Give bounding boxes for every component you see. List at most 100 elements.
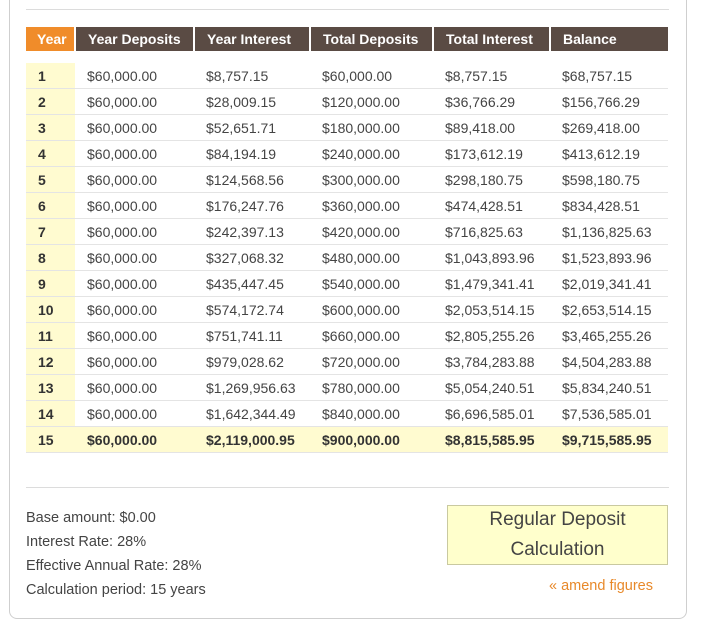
cell-year: 6 [26, 192, 75, 219]
cell-total-deposits: $420,000.00 [310, 218, 433, 245]
cell-total-deposits: $480,000.00 [310, 244, 433, 271]
cell-year-deposits: $60,000.00 [75, 140, 194, 167]
cell-total-deposits: $240,000.00 [310, 140, 433, 167]
cell-total-interest: $173,612.19 [433, 140, 550, 167]
interest-rate-text: Interest Rate: 28% [26, 534, 147, 550]
bottom-divider [26, 487, 669, 488]
cell-total-interest: $1,043,893.96 [433, 244, 550, 271]
cell-total-interest: $2,053,514.15 [433, 296, 550, 323]
cell-total-interest: $5,054,240.51 [433, 374, 550, 401]
cell-total-deposits: $540,000.00 [310, 270, 433, 297]
cell-year: 15 [26, 426, 75, 453]
base-amount-text: Base amount: $0.00 [26, 510, 156, 526]
cell-balance: $598,180.75 [550, 166, 668, 193]
column-header-year-deposits: Year Deposits [75, 27, 195, 51]
cell-total-deposits: $360,000.00 [310, 192, 433, 219]
cell-total-interest: $474,428.51 [433, 192, 550, 219]
cell-total-deposits: $900,000.00 [310, 426, 433, 453]
calculation-summary: Base amount: $0.00 Interest Rate: 28% Ef… [26, 506, 206, 602]
cell-balance: $2,653,514.15 [550, 296, 668, 323]
cell-balance: $1,136,825.63 [550, 218, 668, 245]
spacer-cell [26, 51, 668, 63]
cell-total-deposits: $780,000.00 [310, 374, 433, 401]
cell-total-interest: $8,815,585.95 [433, 426, 550, 453]
cell-year-interest: $242,397.13 [194, 218, 310, 245]
column-header-year: Year [26, 27, 76, 51]
cell-balance: $68,757.15 [550, 63, 668, 89]
cell-year: 2 [26, 88, 75, 115]
cell-year-interest: $1,642,344.49 [194, 400, 310, 427]
cell-year-deposits: $60,000.00 [75, 348, 194, 375]
cell-year-deposits: $60,000.00 [75, 218, 194, 245]
cell-year-deposits: $60,000.00 [75, 192, 194, 219]
table-row: 9 $60,000.00 $435,447.45 $540,000.00 $1,479,… [26, 270, 668, 297]
cell-year: 5 [26, 166, 75, 193]
cell-year-interest: $435,447.45 [194, 270, 310, 297]
table-row: 11 $60,000.00 $751,741.11 $660,000.00 $2,805… [26, 322, 668, 349]
calculation-type-line-2: Calculation [510, 539, 605, 560]
table-header-row: Year Year Deposits Year Interest Total D… [26, 27, 668, 51]
cell-balance: $9,715,585.95 [550, 426, 668, 453]
cell-total-interest: $36,766.29 [433, 88, 550, 115]
cell-balance: $4,504,283.88 [550, 348, 668, 375]
cell-balance: $2,019,341.41 [550, 270, 668, 297]
cell-year-interest: $751,741.11 [194, 322, 310, 349]
cell-year-deposits: $60,000.00 [75, 270, 194, 297]
cell-balance: $3,465,255.26 [550, 322, 668, 349]
cell-year-deposits: $60,000.00 [75, 426, 194, 453]
calculation-type-line-1: Regular Deposit [489, 509, 626, 530]
cell-total-interest: $1,479,341.41 [433, 270, 550, 297]
cell-total-deposits: $840,000.00 [310, 400, 433, 427]
cell-year-interest: $52,651.71 [194, 114, 310, 141]
cell-total-interest: $716,825.63 [433, 218, 550, 245]
cell-year-deposits: $60,000.00 [75, 166, 194, 193]
cell-year-deposits: $60,000.00 [75, 322, 194, 349]
column-header-balance: Balance [550, 27, 668, 51]
cell-year: 14 [26, 400, 75, 427]
cell-total-deposits: $60,000.00 [310, 63, 433, 89]
table-row: 10 $60,000.00 $574,172.74 $600,000.00 $2,053… [26, 296, 668, 323]
cell-balance: $413,612.19 [550, 140, 668, 167]
cell-total-deposits: $300,000.00 [310, 166, 433, 193]
cell-total-deposits: $120,000.00 [310, 88, 433, 115]
cell-balance: $269,418.00 [550, 114, 668, 141]
cell-total-deposits: $660,000.00 [310, 322, 433, 349]
top-divider [26, 9, 669, 10]
cell-total-interest: $89,418.00 [433, 114, 550, 141]
cell-year-deposits: $60,000.00 [75, 244, 194, 271]
cell-year: 11 [26, 322, 75, 349]
cell-year: 4 [26, 140, 75, 167]
cell-year: 10 [26, 296, 75, 323]
cell-year-interest: $327,068.32 [194, 244, 310, 271]
cell-total-interest: $2,805,255.26 [433, 322, 550, 349]
cell-total-deposits: $600,000.00 [310, 296, 433, 323]
table-row: 3 $60,000.00 $52,651.71 $180,000.00 $89,418.… [26, 114, 668, 141]
cell-year: 9 [26, 270, 75, 297]
cell-year-interest: $2,119,000.95 [194, 426, 310, 453]
cell-balance: $156,766.29 [550, 88, 668, 115]
cell-total-deposits: $180,000.00 [310, 114, 433, 141]
table-body: 1 $60,000.00 $8,757.15 $60,000.00 $8,757.15 $… [26, 51, 668, 453]
deposit-schedule-table: Year Year Deposits Year Interest Total D… [26, 27, 668, 453]
cell-total-interest: $3,784,283.88 [433, 348, 550, 375]
cell-year-interest: $176,247.76 [194, 192, 310, 219]
effective-rate-text: Effective Annual Rate: 28% [26, 558, 202, 574]
cell-balance: $834,428.51 [550, 192, 668, 219]
cell-year-interest: $979,028.62 [194, 348, 310, 375]
cell-year-deposits: $60,000.00 [75, 63, 194, 89]
cell-year-deposits: $60,000.00 [75, 374, 194, 401]
cell-total-interest: $8,757.15 [433, 63, 550, 89]
table-row: 2 $60,000.00 $28,009.15 $120,000.00 $36,766.… [26, 88, 668, 115]
cell-year-deposits: $60,000.00 [75, 88, 194, 115]
table-row: 8 $60,000.00 $327,068.32 $480,000.00 $1,043,… [26, 244, 668, 271]
table-row: 14 $60,000.00 $1,642,344.49 $840,000.00 $6,6… [26, 400, 668, 427]
cell-total-deposits: $720,000.00 [310, 348, 433, 375]
table-spacer-row [26, 51, 668, 63]
cell-year: 3 [26, 114, 75, 141]
table-row: 6 $60,000.00 $176,247.76 $360,000.00 $474,42… [26, 192, 668, 219]
cell-year-interest: $1,269,956.63 [194, 374, 310, 401]
amend-figures-link[interactable]: « amend figures [549, 578, 653, 594]
cell-total-interest: $298,180.75 [433, 166, 550, 193]
cell-year-interest: $124,568.56 [194, 166, 310, 193]
cell-balance: $5,834,240.51 [550, 374, 668, 401]
